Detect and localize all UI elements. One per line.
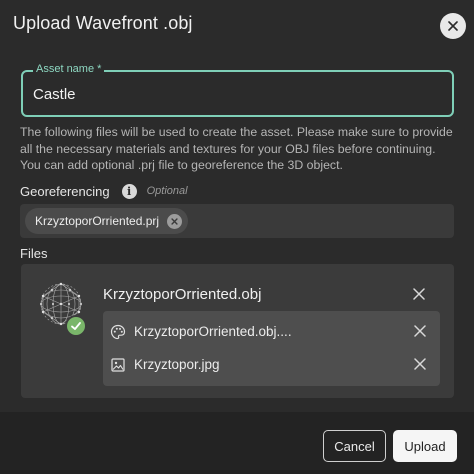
prj-file-name: KrzyztoporOrriented.prj	[35, 214, 160, 228]
files-label: Files	[20, 246, 48, 261]
upload-button[interactable]: Upload	[393, 430, 457, 462]
related-file-name: Krzyztopor.jpg	[134, 357, 220, 372]
dialog-title: Upload Wavefront .obj	[13, 13, 193, 33]
palette-icon	[110, 324, 126, 340]
related-files-list: KrzyztoporOrriented.obj.... Krzyztopor.j…	[103, 311, 440, 386]
close-icon	[413, 288, 425, 300]
cancel-button[interactable]: Cancel	[323, 430, 386, 462]
georeferencing-dropzone[interactable]: KrzyztoporOrriented.prj	[20, 204, 454, 238]
main-file-name: KrzyztoporOrriented.obj	[103, 286, 262, 303]
optional-label: Optional	[146, 185, 188, 197]
image-icon	[110, 357, 126, 373]
help-text-line-2: You can add optional .prj file to georef…	[20, 158, 343, 172]
close-icon	[414, 358, 426, 370]
related-file-name: KrzyztoporOrriented.obj....	[134, 324, 292, 339]
upload-success-badge	[65, 315, 87, 337]
close-icon	[414, 325, 426, 337]
upload-dialog: Upload Wavefront .obj Asset name * The f…	[0, 0, 474, 474]
list-item: Krzyztopor.jpg	[103, 348, 440, 381]
close-dialog-button[interactable]	[440, 13, 466, 39]
list-item: KrzyztoporOrriented.obj....	[103, 315, 440, 348]
asset-name-input[interactable]	[33, 84, 433, 104]
asset-name-field[interactable]: Asset name *	[21, 63, 454, 117]
remove-prj-button[interactable]	[167, 213, 183, 229]
asset-name-label: Asset name *	[33, 63, 105, 75]
dialog-footer: Cancel Upload	[0, 412, 474, 474]
close-icon	[171, 217, 178, 225]
georeferencing-header: Georeferencing i Optional	[20, 183, 188, 199]
remove-file-button[interactable]	[412, 356, 428, 372]
remove-file-button[interactable]	[412, 323, 428, 339]
georeferencing-label: Georeferencing	[20, 183, 110, 199]
help-text-line-1: The following files will be used to crea…	[20, 125, 453, 156]
help-text: The following files will be used to crea…	[20, 124, 460, 174]
check-icon	[71, 322, 81, 330]
prj-file-chip: KrzyztoporOrriented.prj	[25, 208, 189, 234]
files-panel: KrzyztoporOrriented.obj KrzyztoporOrrien…	[21, 264, 454, 398]
info-icon[interactable]: i	[121, 183, 137, 199]
remove-main-file-button[interactable]	[411, 286, 427, 302]
close-icon	[448, 21, 458, 31]
